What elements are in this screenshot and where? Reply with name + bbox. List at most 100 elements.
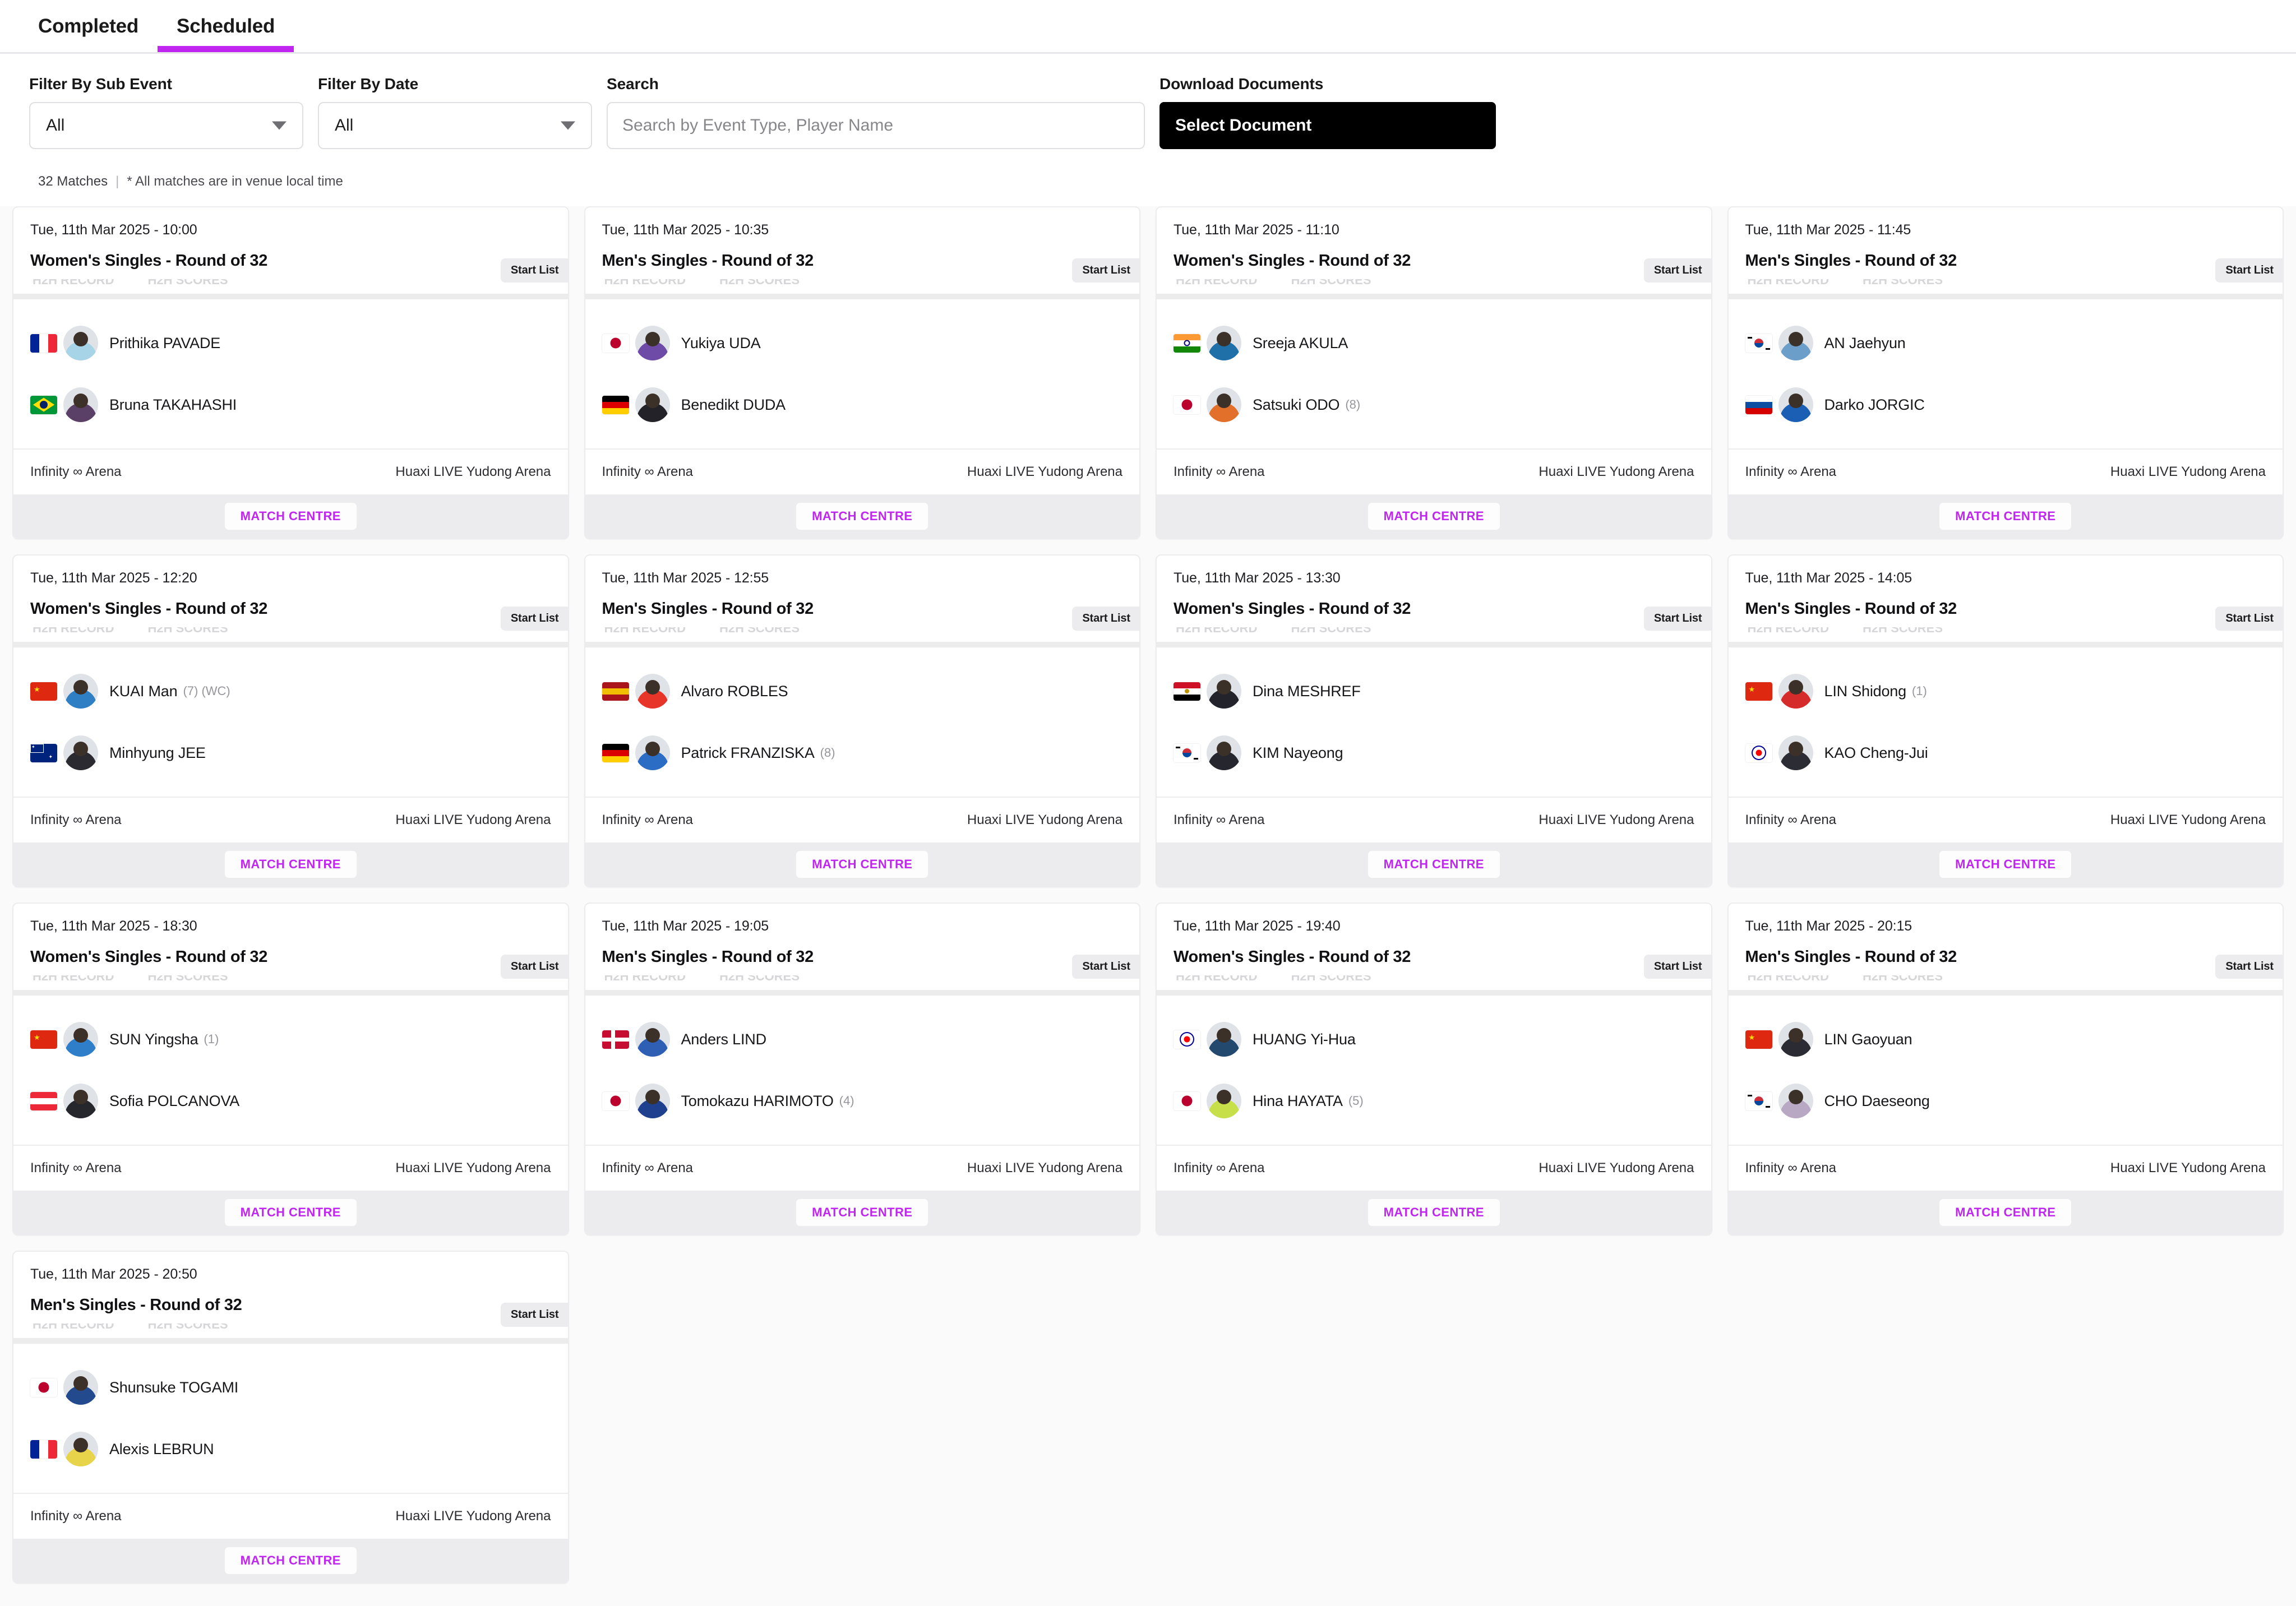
subtab-h2h-scores[interactable]: H2H SCORES <box>147 279 228 287</box>
start-list-button[interactable]: Start List <box>1072 955 1139 979</box>
player-row[interactable]: ★ SUN Yingsha (1) <box>30 1012 551 1066</box>
match-centre-button[interactable]: MATCH CENTRE <box>224 850 357 878</box>
subtab-h2h-record[interactable]: H2H RECORD <box>33 975 114 983</box>
player-row[interactable]: AN Jaehyun <box>1745 316 2266 370</box>
subtab-h2h-record[interactable]: H2H RECORD <box>1748 279 1829 287</box>
select-document-button[interactable]: Select Document <box>1159 102 1496 149</box>
subtab-h2h-record[interactable]: H2H RECORD <box>33 1323 114 1331</box>
tab-scheduled[interactable]: Scheduled <box>158 0 294 52</box>
player-row[interactable]: Alvaro ROBLES <box>602 664 1123 718</box>
match-card[interactable]: Tue, 11th Mar 2025 - 14:05 Men's Singles… <box>1727 554 2284 887</box>
start-list-button[interactable]: Start List <box>1072 607 1139 631</box>
match-card[interactable]: Tue, 11th Mar 2025 - 11:45 Men's Singles… <box>1727 206 2284 539</box>
player-row[interactable]: Alexis LEBRUN <box>30 1422 551 1476</box>
player-row[interactable]: Tomokazu HARIMOTO (4) <box>602 1074 1123 1128</box>
player-row[interactable]: ★ KUAI Man (7) (WC) <box>30 664 551 718</box>
start-list-button[interactable]: Start List <box>1643 955 1711 979</box>
subtab-h2h-record[interactable]: H2H RECORD <box>33 279 114 287</box>
subtab-h2h-record[interactable]: H2H RECORD <box>604 975 686 983</box>
player-row[interactable]: ★ LIN Gaoyuan <box>1745 1012 2266 1066</box>
player-row[interactable]: Satsuki ODO (8) <box>1174 378 1694 432</box>
tab-completed[interactable]: Completed <box>19 0 158 52</box>
match-card[interactable]: Tue, 11th Mar 2025 - 11:10 Women's Singl… <box>1156 206 1712 539</box>
match-card[interactable]: Tue, 11th Mar 2025 - 10:35 Men's Singles… <box>584 206 1140 539</box>
subtab-h2h-scores[interactable]: H2H SCORES <box>719 975 800 983</box>
subtab-h2h-record[interactable]: H2H RECORD <box>604 627 686 635</box>
subtab-h2h-scores[interactable]: H2H SCORES <box>1863 279 1943 287</box>
search-input[interactable] <box>607 102 1145 149</box>
match-centre-button[interactable]: MATCH CENTRE <box>796 1198 929 1227</box>
player-list: ★ KUAI Man (7) (WC) ✦ ✦ Minhyung JEE <box>13 647 568 797</box>
subtab-h2h-scores[interactable]: H2H SCORES <box>1291 279 1371 287</box>
match-card[interactable]: Tue, 11th Mar 2025 - 18:30 Women's Singl… <box>12 902 569 1235</box>
player-row[interactable]: Anders LIND <box>602 1012 1123 1066</box>
match-centre-button[interactable]: MATCH CENTRE <box>1367 1198 1500 1227</box>
match-card[interactable]: Tue, 11th Mar 2025 - 13:30 Women's Singl… <box>1156 554 1712 887</box>
subtab-h2h-record[interactable]: H2H RECORD <box>1176 279 1257 287</box>
subtab-h2h-record[interactable]: H2H RECORD <box>1176 627 1257 635</box>
match-centre-button[interactable]: MATCH CENTRE <box>1367 850 1500 878</box>
player-row[interactable]: Benedikt DUDA <box>602 378 1123 432</box>
subtab-h2h-scores[interactable]: H2H SCORES <box>147 1323 228 1331</box>
start-list-button[interactable]: Start List <box>1072 258 1139 283</box>
subtab-h2h-scores[interactable]: H2H SCORES <box>719 279 800 287</box>
player-row[interactable]: Darko JORGIC <box>1745 378 2266 432</box>
start-list-button[interactable]: Start List <box>1643 258 1711 283</box>
subtab-h2h-scores[interactable]: H2H SCORES <box>1291 975 1371 983</box>
match-centre-button[interactable]: MATCH CENTRE <box>224 1198 357 1227</box>
subtab-h2h-scores[interactable]: H2H SCORES <box>1863 975 1943 983</box>
player-avatar <box>1778 326 1813 360</box>
subtab-h2h-scores[interactable]: H2H SCORES <box>1291 627 1371 635</box>
match-centre-button[interactable]: MATCH CENTRE <box>1367 502 1500 530</box>
start-list-button[interactable]: Start List <box>500 1303 568 1327</box>
subtab-h2h-record[interactable]: H2H RECORD <box>1748 975 1829 983</box>
player-row[interactable]: Sreeja AKULA <box>1174 316 1694 370</box>
player-row[interactable]: Patrick FRANZISKA (8) <box>602 726 1123 780</box>
match-centre-button[interactable]: MATCH CENTRE <box>224 1547 357 1575</box>
subtab-h2h-record[interactable]: H2H RECORD <box>33 627 114 635</box>
player-row[interactable]: KAO Cheng-Jui <box>1745 726 2266 780</box>
start-list-button[interactable]: Start List <box>500 955 568 979</box>
start-list-button[interactable]: Start List <box>500 258 568 283</box>
player-row[interactable]: ✦ ✦ Minhyung JEE <box>30 726 551 780</box>
player-row[interactable]: Yukiya UDA <box>602 316 1123 370</box>
match-subtab-row: H2H RECORD H2H SCORES <box>1174 279 1694 291</box>
start-list-button[interactable]: Start List <box>2215 955 2283 979</box>
match-centre-button[interactable]: MATCH CENTRE <box>796 850 929 878</box>
player-row[interactable]: Shunsuke TOGAMI <box>30 1360 551 1414</box>
match-card[interactable]: Tue, 11th Mar 2025 - 19:05 Men's Singles… <box>584 902 1140 1235</box>
player-row[interactable]: ★ LIN Shidong (1) <box>1745 664 2266 718</box>
player-row[interactable]: Prithika PAVADE <box>30 316 551 370</box>
match-centre-button[interactable]: MATCH CENTRE <box>224 502 357 530</box>
subtab-h2h-record[interactable]: H2H RECORD <box>1748 627 1829 635</box>
match-centre-button[interactable]: MATCH CENTRE <box>1939 502 2072 530</box>
match-centre-button[interactable]: MATCH CENTRE <box>1939 1198 2072 1227</box>
player-row[interactable]: CHO Daeseong <box>1745 1074 2266 1128</box>
subtab-h2h-scores[interactable]: H2H SCORES <box>147 627 228 635</box>
subtab-h2h-scores[interactable]: H2H SCORES <box>1863 627 1943 635</box>
start-list-button[interactable]: Start List <box>500 607 568 631</box>
subtab-h2h-record[interactable]: H2H RECORD <box>604 279 686 287</box>
player-row[interactable]: Dina MESHREF <box>1174 664 1694 718</box>
match-card[interactable]: Tue, 11th Mar 2025 - 20:15 Men's Singles… <box>1727 902 2284 1235</box>
match-card[interactable]: Tue, 11th Mar 2025 - 10:00 Women's Singl… <box>12 206 569 539</box>
subtab-h2h-record[interactable]: H2H RECORD <box>1176 975 1257 983</box>
match-card[interactable]: Tue, 11th Mar 2025 - 12:55 Men's Singles… <box>584 554 1140 887</box>
match-card[interactable]: Tue, 11th Mar 2025 - 20:50 Men's Singles… <box>12 1251 569 1584</box>
player-row[interactable]: Bruna TAKAHASHI <box>30 378 551 432</box>
player-row[interactable]: HUANG Yi-Hua <box>1174 1012 1694 1066</box>
subtab-h2h-scores[interactable]: H2H SCORES <box>147 975 228 983</box>
filter-date-select[interactable]: All <box>318 102 592 149</box>
match-centre-button[interactable]: MATCH CENTRE <box>796 502 929 530</box>
match-card[interactable]: Tue, 11th Mar 2025 - 12:20 Women's Singl… <box>12 554 569 887</box>
player-row[interactable]: KIM Nayeong <box>1174 726 1694 780</box>
start-list-button[interactable]: Start List <box>1643 607 1711 631</box>
match-centre-button[interactable]: MATCH CENTRE <box>1939 850 2072 878</box>
match-card[interactable]: Tue, 11th Mar 2025 - 19:40 Women's Singl… <box>1156 902 1712 1235</box>
player-row[interactable]: Hina HAYATA (5) <box>1174 1074 1694 1128</box>
start-list-button[interactable]: Start List <box>2215 607 2283 631</box>
filter-sub-event-select[interactable]: All <box>29 102 303 149</box>
start-list-button[interactable]: Start List <box>2215 258 2283 283</box>
player-row[interactable]: Sofia POLCANOVA <box>30 1074 551 1128</box>
subtab-h2h-scores[interactable]: H2H SCORES <box>719 627 800 635</box>
